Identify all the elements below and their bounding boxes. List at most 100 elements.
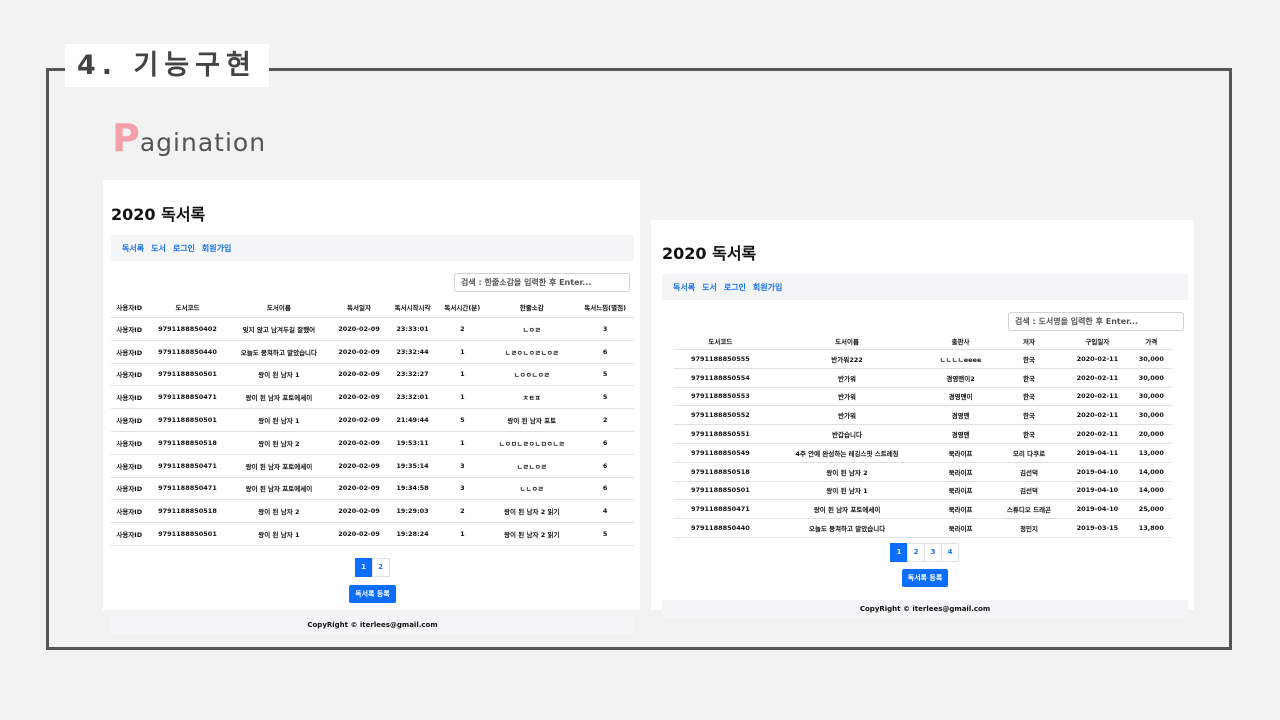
search-row xyxy=(111,273,634,292)
table-cell: ㄴㄴㄴㄴeeee xyxy=(927,349,994,369)
table-cell: 김선덕 xyxy=(993,462,1065,482)
table-cell: 왕이 된 남자 포토에세이 xyxy=(227,454,331,478)
table-cell: 사용자ID xyxy=(111,340,148,364)
table-row[interactable]: 사용자ID 9791188850471 왕이 된 남자 포토에세이 2020-02-0… xyxy=(111,454,634,478)
nav-reading-log[interactable]: 독서록 xyxy=(673,282,695,293)
table-row[interactable]: 9791188850501 왕이 된 남자 1 북라이프 김선덕 2019-04-10 1… xyxy=(674,481,1172,501)
table-row[interactable]: 사용자ID 9791188850471 왕이 된 남자 포토에세이 2020-02-0… xyxy=(111,385,634,410)
table-cell: 북라이프 xyxy=(927,443,994,463)
table-row[interactable]: 9791188850554 반가워 경영맨이2 한국 2020-02-11 30,000 xyxy=(674,368,1172,388)
table-row[interactable]: 사용자ID 9791188850440 오늘도 뭉쳐하고 말았습니다 2020-02-… xyxy=(111,340,634,364)
nav-login[interactable]: 로그인 xyxy=(724,282,746,293)
table-row[interactable]: 9791188850552 반가워 경영맨 한국 2020-02-11 30,000 xyxy=(674,405,1172,426)
table-cell: 2020-02-09 xyxy=(330,477,388,501)
table-cell: 한국 xyxy=(993,387,1065,407)
table-cell: ㄴㅇㄹ xyxy=(487,317,577,341)
table-row[interactable]: 사용자ID 9791188850501 왕이 된 남자 1 2020-02-09 23:… xyxy=(111,363,634,387)
table-cell: 9791188850518 xyxy=(147,499,228,524)
nav-reading-log[interactable]: 독서록 xyxy=(122,243,144,254)
table-cell: 9791188850471 xyxy=(147,454,228,478)
table-cell: 2020-02-11 xyxy=(1064,387,1131,407)
nav-books[interactable]: 도서 xyxy=(151,243,166,254)
books-screenshot: 2020 독서록 독서록 도서 로그인 회원가입 도서코드도서이름출판사저자구입… xyxy=(651,220,1194,618)
table-cell: 사용자ID xyxy=(111,454,148,478)
table-cell: 한국 xyxy=(993,405,1065,426)
table-cell: 반가워222 xyxy=(766,349,928,369)
table-cell: 19:35:14 xyxy=(387,454,438,478)
table-cell: 9791188850471 xyxy=(674,499,767,520)
table-cell: 한국 xyxy=(993,424,1065,444)
table-cell: 23:33:01 xyxy=(387,317,438,341)
pagination: 12 xyxy=(111,557,634,577)
table-cell: 20,000 xyxy=(1130,424,1172,444)
app-title: 2020 독서록 xyxy=(111,205,206,224)
column-header: 독서일자 xyxy=(330,296,388,318)
column-header: 도서코드 xyxy=(674,333,767,350)
column-header: 한줄소감 xyxy=(487,296,577,318)
table-cell: 9791188850471 xyxy=(147,385,228,410)
table-cell: 6 xyxy=(576,454,634,478)
table-cell: 2020-02-09 xyxy=(330,499,388,524)
table-cell: 3 xyxy=(437,454,488,478)
table-cell: 왕이 된 남자 2 xyxy=(766,462,928,482)
table-cell: 왕이 된 남자 1 xyxy=(227,363,331,387)
table-cell: 3 xyxy=(576,317,634,341)
table-cell: 한국 xyxy=(993,349,1065,369)
heading-initial: P xyxy=(112,116,140,160)
table-cell: 19:29:03 xyxy=(387,499,438,524)
search-row xyxy=(662,312,1188,331)
table-cell: 2020-02-09 xyxy=(330,522,388,546)
table-cell: ㄴㄹㄴㅇㄹ xyxy=(487,454,577,478)
table-cell: ㄴㄴㅇㄹ xyxy=(487,477,577,501)
search-input[interactable] xyxy=(1008,312,1184,331)
table-row[interactable]: 9791188850555 반가워222 ㄴㄴㄴㄴeeee 한국 2020-02-11 3… xyxy=(674,349,1172,369)
register-log-button[interactable]: 독서록 등록 xyxy=(349,584,396,603)
page-button-2[interactable]: 2 xyxy=(907,542,925,562)
table-header-row: 도서코드 도서이름 출판사 저자 구입일자 가격 xyxy=(674,333,1172,350)
table-row[interactable]: 사용자ID 9791188850471 왕이 된 남자 포토에세이 2020-02-0… xyxy=(111,477,634,501)
table-row[interactable]: 9791188850553 반가워 경영맨이 한국 2020-02-11 30,000 xyxy=(674,387,1172,407)
page-button-1[interactable]: 1 xyxy=(890,542,908,562)
table-row[interactable]: 9791188850551 반갑습니다 경영맨 한국 2020-02-11 20,000 xyxy=(674,424,1172,444)
table-cell: 3 xyxy=(437,477,488,501)
table-cell: 5 xyxy=(576,385,634,410)
search-input[interactable] xyxy=(454,273,630,292)
table-cell: 2020-02-11 xyxy=(1064,424,1131,444)
table-cell: 9791188850501 xyxy=(147,522,228,546)
nav-books[interactable]: 도서 xyxy=(702,282,717,293)
table-cell: 오늘도 뭉쳐하고 말았습니다 xyxy=(766,518,928,538)
table-cell: 경영맨 xyxy=(927,424,994,444)
table-cell: 사용자ID xyxy=(111,385,148,410)
page-button-4[interactable]: 4 xyxy=(941,542,959,562)
nav-signup[interactable]: 회원가입 xyxy=(753,282,782,293)
table-row[interactable]: 사용자ID 9791188850501 왕이 된 남자 1 2020-02-09 21:… xyxy=(111,408,634,432)
table-cell: 6 xyxy=(576,431,634,455)
table-row[interactable]: 9791188850471 왕이 된 남자 포토에세이 북라이프 스튜디오 드래곤 20… xyxy=(674,499,1172,520)
table-cell: 2020-02-09 xyxy=(330,408,388,432)
table-row[interactable]: 사용자ID 9791188850518 왕이 된 남자 2 2020-02-09 19:… xyxy=(111,499,634,524)
nav-login[interactable]: 로그인 xyxy=(173,243,195,254)
register-log-button[interactable]: 독서록 등록 xyxy=(901,568,949,587)
page-button-2[interactable]: 2 xyxy=(371,557,390,577)
table-cell: 9791188850440 xyxy=(674,518,767,538)
table-cell: 9791188850440 xyxy=(147,340,228,364)
table-row[interactable]: 9791188850440 오늘도 뭉쳐하고 말았습니다 북라이프 정민지 2019-0… xyxy=(674,518,1172,538)
table-row[interactable]: 9791188850549 4주 안에 완성하는 레깅스핏 스트레칭 북라이프 모리 … xyxy=(674,443,1172,463)
table-row[interactable]: 사용자ID 9791188850501 왕이 된 남자 1 2020-02-09 19:… xyxy=(111,522,634,546)
table-row[interactable]: 9791188850518 왕이 된 남자 2 북라이프 김선덕 2019-04-10 1… xyxy=(674,462,1172,482)
table-cell: ㄴㄹㅇㄴㅇㄹㄴㅇㄹ xyxy=(487,340,577,364)
nav-signup[interactable]: 회원가입 xyxy=(202,243,231,254)
table-row[interactable]: 사용자ID 9791188850518 왕이 된 남자 2 2020-02-09 19:… xyxy=(111,431,634,455)
table-cell: 1 xyxy=(437,431,488,455)
table-cell: 왕이 된 남자 포토에세이 xyxy=(227,477,331,501)
page-button-3[interactable]: 3 xyxy=(924,542,942,562)
table-cell: 반가워 xyxy=(766,405,928,426)
page-button-1[interactable]: 1 xyxy=(354,557,373,577)
table-body: 사용자ID 9791188850402 잊지 않고 남겨두길 잘했어 2020-02-… xyxy=(111,317,634,546)
table-row[interactable]: 사용자ID 9791188850402 잊지 않고 남겨두길 잘했어 2020-02-… xyxy=(111,317,634,341)
table-cell: 9791188850501 xyxy=(147,408,228,432)
table-cell: 사용자ID xyxy=(111,431,148,455)
table-cell: 2019-03-15 xyxy=(1064,518,1131,538)
table-cell: 사용자ID xyxy=(111,499,148,524)
table-cell: 9791188850471 xyxy=(147,477,228,501)
